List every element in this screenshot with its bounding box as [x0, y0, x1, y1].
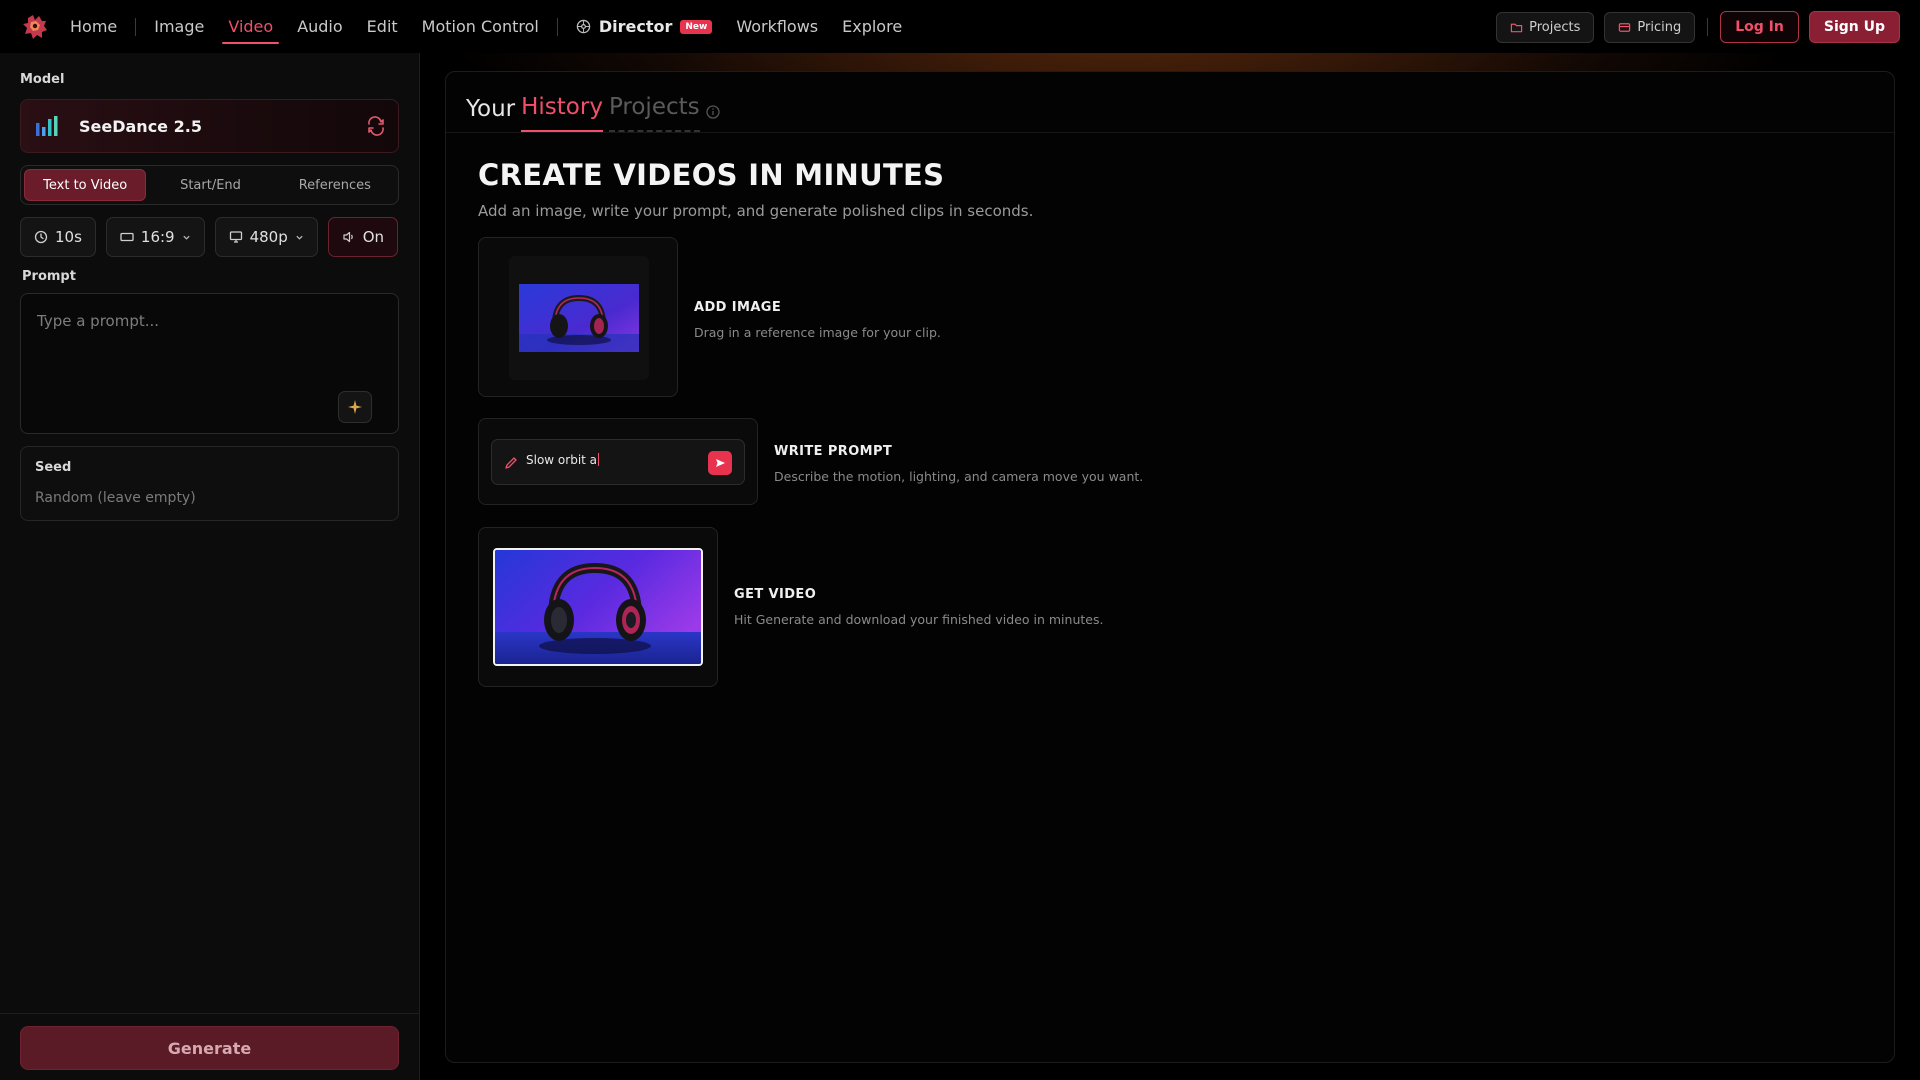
- add-image-desc: Drag in a reference image for your clip.: [694, 325, 941, 340]
- sparkle-icon: [348, 400, 362, 414]
- top-navigation-bar: Home Image Video Audio Edit Motion Contr…: [0, 0, 1920, 53]
- nav-video[interactable]: Video: [216, 0, 285, 53]
- aspect-ratio-icon: [120, 232, 134, 242]
- nav-divider: [556, 17, 558, 36]
- speaker-icon: [343, 231, 353, 243]
- pricing-button[interactable]: Pricing: [1604, 11, 1696, 43]
- chevron-down-icon: [182, 235, 190, 240]
- login-button[interactable]: Log In: [1720, 11, 1799, 43]
- aspect-ratio-select[interactable]: 16:9: [105, 217, 205, 257]
- add-image-title: ADD IMAGE: [694, 300, 782, 315]
- model-logo-icon: [36, 116, 58, 136]
- nav-audio[interactable]: Audio: [285, 0, 354, 53]
- sample-prompt-text: Slow orbit a: [526, 453, 600, 467]
- nav-motion-control[interactable]: Motion Control: [410, 0, 551, 53]
- nav-image[interactable]: Image: [142, 0, 216, 53]
- prompt-placeholder: Type a prompt...: [37, 312, 160, 330]
- write-prompt-card[interactable]: Slow orbit a: [478, 418, 758, 505]
- account-actions: Projects Pricing Log In Sign Up: [1496, 11, 1900, 43]
- credit-card-icon: [1619, 22, 1631, 32]
- prompt-label: Prompt: [22, 269, 76, 284]
- nav-home[interactable]: Home: [58, 0, 129, 53]
- duration-select[interactable]: 10s: [20, 217, 96, 257]
- tab-history[interactable]: History: [521, 94, 603, 132]
- get-video-title: GET VIDEO: [734, 587, 817, 602]
- model-label: Model: [20, 72, 65, 87]
- tabs-divider: [446, 132, 1894, 133]
- video-preview: [493, 548, 703, 666]
- swap-model-icon[interactable]: [366, 116, 386, 136]
- seed-input[interactable]: Seed Random (leave empty): [20, 446, 399, 521]
- nav-director[interactable]: Director New: [564, 0, 724, 53]
- prompt-input[interactable]: Type a prompt...: [20, 293, 399, 434]
- nav-divider: [135, 17, 137, 36]
- model-name: SeeDance 2.5: [79, 116, 202, 136]
- headphones-image: [519, 284, 639, 352]
- seed-label: Seed: [35, 460, 72, 475]
- enhance-prompt-button[interactable]: [338, 391, 372, 423]
- get-video-desc: Hit Generate and download your finished …: [734, 612, 1104, 627]
- generate-button[interactable]: Generate: [20, 1026, 399, 1070]
- info-icon[interactable]: [705, 105, 720, 119]
- signup-button[interactable]: Sign Up: [1808, 11, 1900, 43]
- tab-projects[interactable]: Projects: [608, 94, 700, 132]
- tab-your-label: Your: [466, 96, 516, 122]
- text-cursor: [598, 453, 600, 466]
- app-logo-icon[interactable]: [20, 12, 50, 42]
- history-tabs: Your History Projects: [466, 88, 720, 132]
- audio-toggle[interactable]: On: [327, 217, 399, 257]
- hero-title: CREATE VIDEOS IN MINUTES: [478, 158, 945, 192]
- projects-button[interactable]: Projects: [1496, 11, 1595, 43]
- new-badge: New: [680, 19, 713, 34]
- tab-start-end[interactable]: Start/End: [150, 169, 270, 201]
- chevron-down-icon: [296, 235, 303, 240]
- video-option-chips: 10s 16:9 480p On: [20, 217, 399, 257]
- clock-icon: [34, 230, 48, 244]
- toolbar-divider: [1707, 18, 1709, 36]
- tab-text-to-video[interactable]: Text to Video: [24, 169, 147, 201]
- add-image-card[interactable]: [478, 237, 678, 397]
- seed-placeholder: Random (leave empty): [35, 490, 196, 506]
- nav-explore[interactable]: Explore: [830, 0, 914, 53]
- main-nav: Home Image Video Audio Edit Motion Contr…: [58, 0, 914, 53]
- nav-workflows[interactable]: Workflows: [724, 0, 830, 53]
- director-label: Director: [598, 17, 673, 36]
- send-button: [708, 451, 732, 475]
- get-video-card[interactable]: [478, 527, 718, 687]
- nav-edit[interactable]: Edit: [355, 0, 410, 53]
- write-prompt-title: WRITE PROMPT: [774, 444, 893, 459]
- tab-references[interactable]: References: [275, 169, 395, 201]
- generation-mode-tabs: Text to Video Start/End References: [20, 165, 399, 205]
- resolution-select[interactable]: 480p: [214, 217, 318, 257]
- history-panel: Your History Projects CREATE VIDEOS IN M…: [445, 71, 1895, 1063]
- headphones-video-frame: [495, 550, 701, 664]
- director-icon: [576, 19, 591, 34]
- sample-prompt-input: Slow orbit a: [491, 439, 745, 485]
- generate-footer: Generate: [0, 1013, 420, 1080]
- send-icon: [716, 459, 725, 467]
- write-prompt-desc: Describe the motion, lighting, and camer…: [774, 469, 1144, 484]
- monitor-icon: [229, 231, 242, 243]
- generation-settings-panel: Model SeeDance 2.5 Text to Video Start/E…: [0, 53, 420, 1080]
- main-content: Your History Projects CREATE VIDEOS IN M…: [421, 53, 1920, 1080]
- model-selector[interactable]: SeeDance 2.5: [20, 99, 399, 153]
- hero-subtitle: Add an image, write your prompt, and gen…: [478, 202, 1034, 220]
- pencil-icon: [505, 457, 517, 469]
- folder-icon: [1510, 23, 1523, 32]
